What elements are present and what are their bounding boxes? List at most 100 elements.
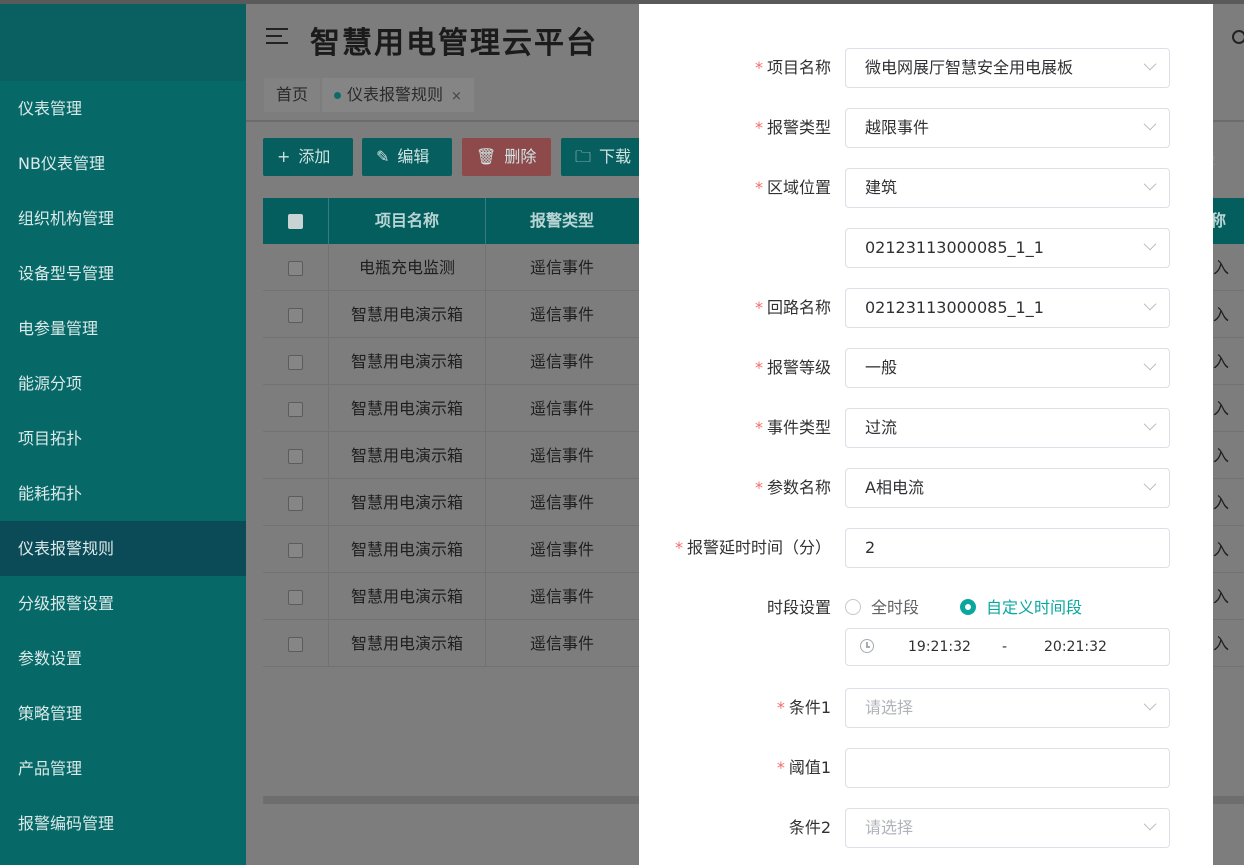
row-checkbox[interactable] — [263, 573, 329, 620]
alarm-type-select[interactable]: 越限事件 — [845, 108, 1170, 148]
form-row-loop-name: * 回路名称 02123113000085_1_1 — [639, 288, 1213, 328]
param-name-select[interactable]: A相电流 — [845, 468, 1170, 508]
cell-truncated: 入 — [1213, 446, 1230, 465]
form-row-alarm-level: * 报警等级 一般 — [639, 348, 1213, 388]
sidebar-item-meter-management[interactable]: 仪表管理 — [0, 81, 246, 136]
alarm-level-label: * 报警等级 — [754, 358, 831, 377]
project-name-select[interactable]: 微电网展厅智慧安全用电展板 — [845, 48, 1170, 88]
active-dot-icon — [334, 92, 341, 99]
cell-alarm-type: 遥信事件 — [529, 352, 594, 371]
sidebar-item-parameter-settings[interactable]: 参数设置 — [0, 631, 246, 686]
cell-truncated: 入 — [1213, 352, 1230, 371]
time-end[interactable]: 20:21:32 — [1044, 629, 1107, 665]
sidebar-item-product-management[interactable]: 产品管理 — [0, 741, 246, 796]
download-button[interactable]: 🗀 下载 — [561, 138, 651, 176]
sidebar-item-energy-topology[interactable]: 能耗拓扑 — [0, 466, 246, 521]
sidebar-item-energy-subitem[interactable]: 能源分项 — [0, 356, 246, 411]
delete-button[interactable]: 🗑 删除 — [462, 138, 551, 176]
sidebar-item-alarm-code-management[interactable]: 报警编码管理 — [0, 796, 246, 851]
tab-close-icon[interactable]: × — [451, 89, 462, 104]
sidebar-logo-area — [0, 4, 246, 81]
sidebar-item-project-topology[interactable]: 项目拓扑 — [0, 411, 246, 466]
condition1-select[interactable]: 请选择 — [845, 688, 1170, 728]
form-row-area: * 区域位置 建筑 — [639, 168, 1213, 208]
edit-button[interactable]: ✎ 编辑 — [362, 138, 452, 176]
sidebar-item-graded-alarm-settings[interactable]: 分级报警设置 — [0, 576, 246, 631]
event-type-label: * 事件类型 — [754, 418, 831, 437]
sidebar: 仪表管理 NB仪表管理 组织机构管理 设备型号管理 电参量管理 能源分项 项目拓… — [0, 4, 246, 865]
chevron-down-icon — [1143, 117, 1157, 131]
row-checkbox[interactable] — [263, 432, 329, 479]
sidebar-item-device-model-management[interactable]: 设备型号管理 — [0, 246, 246, 301]
delay-input[interactable]: 2 — [845, 528, 1170, 568]
delete-button-label: 删除 — [504, 147, 537, 166]
form-row-area-sub: 02123113000085_1_1 — [639, 228, 1213, 268]
tab-meter-alarm-rules[interactable]: 仪表报警规则 × — [322, 78, 474, 112]
cell-truncated: 入 — [1213, 399, 1230, 418]
cell-alarm-type: 遥信事件 — [529, 305, 594, 324]
cell-truncated: 入 — [1213, 305, 1230, 324]
cell-project-name: 智慧用电演示箱 — [329, 432, 486, 479]
sidebar-item-strategy-management[interactable]: 策略管理 — [0, 686, 246, 741]
radio-custom-period[interactable]: 自定义时间段 — [960, 588, 1082, 628]
chevron-down-icon — [1143, 417, 1157, 431]
row-checkbox[interactable] — [263, 385, 329, 432]
column-alarm-type: 报警类型 — [529, 211, 594, 230]
sidebar-item-meter-alarm-rules[interactable]: 仪表报警规则 — [0, 521, 246, 576]
clock-icon — [860, 639, 874, 653]
event-type-select[interactable]: 过流 — [845, 408, 1170, 448]
search-icon[interactable] — [1232, 30, 1244, 44]
cell-project-name: 智慧用电演示箱 — [329, 385, 486, 432]
area-sub-select[interactable]: 02123113000085_1_1 — [845, 228, 1170, 268]
row-checkbox[interactable] — [263, 620, 329, 667]
folder-icon: 🗀 — [575, 147, 592, 166]
radio-checked-icon — [960, 599, 976, 615]
area-select[interactable]: 建筑 — [845, 168, 1170, 208]
threshold1-label: * 阈值1 — [776, 758, 831, 777]
sidebar-item-organization-management[interactable]: 组织机构管理 — [0, 191, 246, 246]
row-checkbox[interactable] — [263, 526, 329, 573]
form-row-param-name: * 参数名称 A相电流 — [639, 468, 1213, 508]
form-row-delay: * 报警延时时间（分） 2 — [639, 528, 1213, 568]
select-all-checkbox[interactable] — [263, 198, 329, 244]
threshold1-input[interactable] — [845, 748, 1170, 788]
tab-label: 仪表报警规则 — [347, 85, 444, 104]
edit-button-label: 编辑 — [397, 147, 430, 166]
trash-icon: 🗑 — [476, 147, 497, 166]
cell-alarm-type: 遥信事件 — [529, 399, 594, 418]
delay-label: * 报警延时时间（分） — [674, 538, 831, 557]
radio-all-day[interactable]: 全时段 — [845, 588, 919, 628]
param-name-label: * 参数名称 — [754, 478, 831, 497]
time-range-picker[interactable]: 19:21:32 - 20:21:32 — [845, 628, 1170, 666]
form-row-project-name: * 项目名称 微电网展厅智慧安全用电展板 — [639, 48, 1213, 88]
row-checkbox[interactable] — [263, 244, 329, 291]
row-checkbox[interactable] — [263, 479, 329, 526]
time-start[interactable]: 19:21:32 — [908, 629, 971, 665]
chevron-down-icon — [1143, 697, 1157, 711]
plus-icon: + — [277, 147, 291, 166]
project-name-label: * 项目名称 — [754, 58, 831, 77]
condition2-select[interactable]: 请选择 — [845, 808, 1170, 848]
chevron-down-icon — [1143, 817, 1157, 831]
menu-toggle-icon[interactable] — [266, 28, 290, 46]
alarm-type-label: * 报警类型 — [754, 118, 831, 137]
sidebar-item-electrical-parameter-management[interactable]: 电参量管理 — [0, 301, 246, 356]
cell-alarm-type: 遥信事件 — [529, 258, 594, 277]
loop-name-select[interactable]: 02123113000085_1_1 — [845, 288, 1170, 328]
chevron-down-icon — [1143, 237, 1157, 251]
column-project-name: 项目名称 — [329, 198, 486, 244]
sidebar-item-nb-meter-management[interactable]: NB仪表管理 — [0, 136, 246, 191]
loop-name-label: * 回路名称 — [754, 298, 831, 317]
alarm-rule-form-drawer: * 项目名称 微电网展厅智慧安全用电展板 * 报警类型 越限事件 * 区域位置 建筑 … — [639, 4, 1213, 865]
row-checkbox[interactable] — [263, 338, 329, 385]
alarm-level-select[interactable]: 一般 — [845, 348, 1170, 388]
row-checkbox[interactable] — [263, 291, 329, 338]
form-row-alarm-type: * 报警类型 越限事件 — [639, 108, 1213, 148]
area-label: * 区域位置 — [754, 178, 831, 197]
condition1-label: * 条件1 — [776, 698, 831, 717]
tab-home[interactable]: 首页 — [264, 78, 321, 112]
add-button[interactable]: + 添加 — [263, 138, 353, 176]
cell-project-name: 电瓶充电监测 — [329, 244, 486, 291]
form-row-threshold1: * 阈值1 — [639, 748, 1213, 788]
form-row-condition1: * 条件1 请选择 — [639, 688, 1213, 728]
